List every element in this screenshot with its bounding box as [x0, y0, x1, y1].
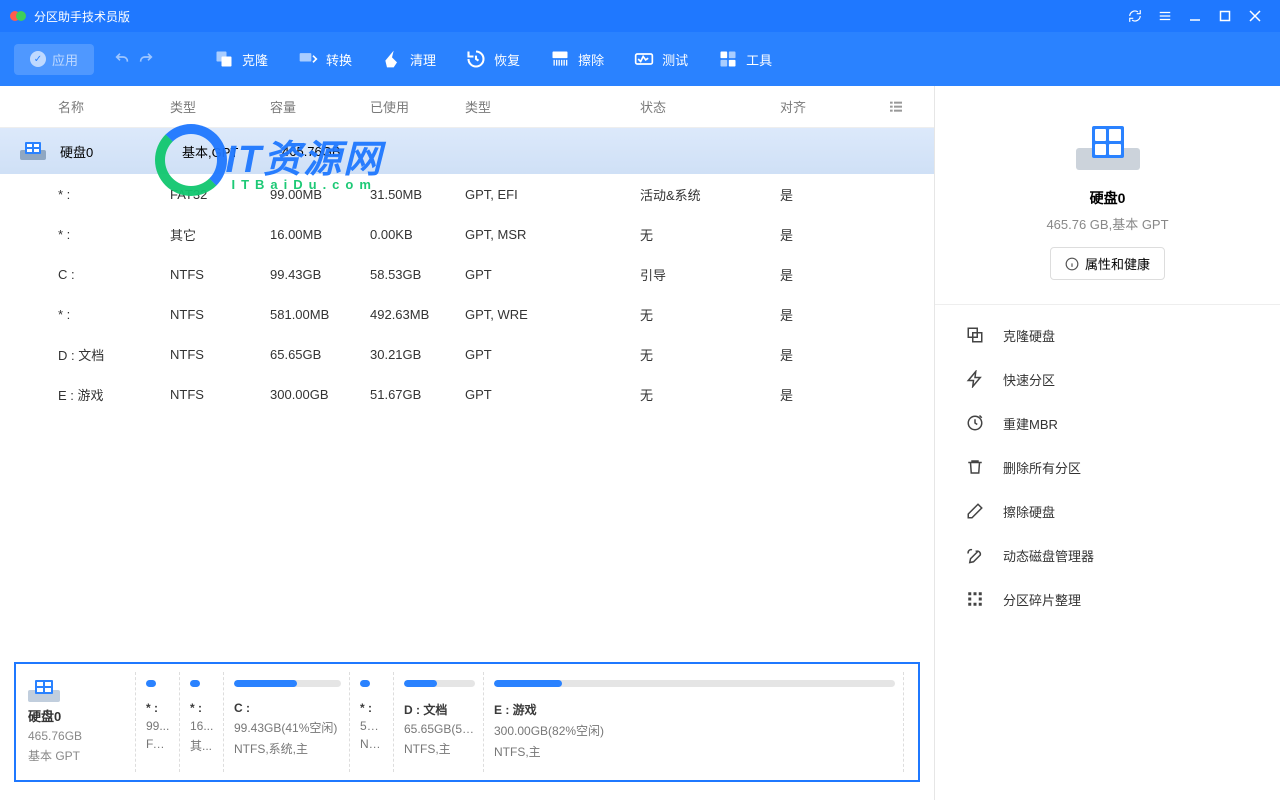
- toolbar-clean[interactable]: 清理: [372, 43, 446, 75]
- toolbar-recover[interactable]: 恢复: [456, 43, 530, 75]
- tools-icon: [718, 49, 738, 69]
- disk-map-partition[interactable]: D : 文档 65.65GB(53... NTFS,主: [394, 672, 484, 772]
- disk-map-partition[interactable]: * : 16... 其...: [180, 672, 224, 772]
- disk-icon: [28, 680, 60, 700]
- test-icon: [634, 49, 654, 69]
- partition-row[interactable]: D : 文档 NTFS 65.65GB 30.21GB GPT 无 是: [0, 334, 934, 374]
- sidebar-action[interactable]: 分区碎片整理: [935, 577, 1280, 621]
- disk-map-disk[interactable]: 硬盘0 465.76GB 基本 GPT: [16, 672, 136, 772]
- title-bar: 分区助手技术员版: [0, 0, 1280, 32]
- disk-map-partition[interactable]: E : 游戏 300.00GB(82%空闲) NTFS,主: [484, 672, 904, 772]
- maximize-icon[interactable]: [1210, 0, 1240, 32]
- partition-row[interactable]: E : 游戏 NTFS 300.00GB 51.67GB GPT 无 是: [0, 374, 934, 414]
- sidebar-action[interactable]: 擦除硬盘: [935, 489, 1280, 533]
- disk-map-partition[interactable]: * : 581... NTF...: [350, 672, 394, 772]
- redo-icon[interactable]: [138, 51, 154, 67]
- sidebar-action[interactable]: 动态磁盘管理器: [935, 533, 1280, 577]
- partition-row[interactable]: * : FAT32 99.00MB 31.50MB GPT, EFI 活动&系统…: [0, 174, 934, 214]
- recover-icon: [466, 49, 486, 69]
- toolbar-tools[interactable]: 工具: [708, 43, 782, 75]
- disk-group-row[interactable]: 硬盘0 基本,GPT 465.76GB: [0, 128, 934, 174]
- check-icon: ✓: [30, 51, 46, 67]
- app-logo-icon: [10, 8, 26, 24]
- disk-map-partition[interactable]: * : 99... FAT...: [136, 672, 180, 772]
- disk-hero-icon: [1076, 126, 1140, 170]
- view-toggle-icon[interactable]: [888, 99, 924, 115]
- action-icon: [965, 545, 985, 565]
- disk-icon: [20, 142, 46, 160]
- partition-row[interactable]: * : 其它 16.00MB 0.00KB GPT, MSR 无 是: [0, 214, 934, 254]
- wipe-icon: [550, 49, 570, 69]
- info-icon: [1065, 257, 1079, 271]
- sidebar-action[interactable]: 快速分区: [935, 357, 1280, 401]
- sidebar-action[interactable]: 重建MBR: [935, 401, 1280, 445]
- toolbar-convert[interactable]: 转换: [288, 43, 362, 75]
- action-icon: [965, 457, 985, 477]
- disk-map-partition[interactable]: C : 99.43GB(41%空闲) NTFS,系统,主: [224, 672, 350, 772]
- undo-icon[interactable]: [114, 51, 130, 67]
- minimize-icon[interactable]: [1180, 0, 1210, 32]
- action-icon: [965, 325, 985, 345]
- toolbar-wipe[interactable]: 擦除: [540, 43, 614, 75]
- menu-icon[interactable]: [1150, 0, 1180, 32]
- partition-row[interactable]: C : NTFS 99.43GB 58.53GB GPT 引导 是: [0, 254, 934, 294]
- disk-map-panel: 硬盘0 465.76GB 基本 GPT * : 99... FAT... * :…: [14, 662, 920, 782]
- toolbar-test[interactable]: 测试: [624, 43, 698, 75]
- app-title: 分区助手技术员版: [34, 8, 130, 25]
- refresh-icon[interactable]: [1120, 0, 1150, 32]
- properties-button[interactable]: 属性和健康: [1050, 247, 1165, 280]
- apply-button[interactable]: ✓ 应用: [14, 44, 94, 75]
- action-icon: [965, 589, 985, 609]
- toolbar: ✓ 应用 克隆 转换 清理 恢复 擦除 测试 工具: [0, 32, 1280, 86]
- toolbar-clone[interactable]: 克隆: [204, 43, 278, 75]
- sidebar-action[interactable]: 删除所有分区: [935, 445, 1280, 489]
- partition-table-header: 名称 类型 容量 已使用 类型 状态 对齐: [0, 86, 934, 128]
- action-icon: [965, 501, 985, 521]
- action-icon: [965, 413, 985, 433]
- convert-icon: [298, 49, 318, 69]
- close-icon[interactable]: [1240, 0, 1270, 32]
- partition-row[interactable]: * : NTFS 581.00MB 492.63MB GPT, WRE 无 是: [0, 294, 934, 334]
- action-icon: [965, 369, 985, 389]
- sidebar: 硬盘0 465.76 GB,基本 GPT 属性和健康 克隆硬盘快速分区重建MBR…: [935, 86, 1280, 800]
- clean-icon: [382, 49, 402, 69]
- sidebar-action[interactable]: 克隆硬盘: [935, 313, 1280, 357]
- clone-icon: [214, 49, 234, 69]
